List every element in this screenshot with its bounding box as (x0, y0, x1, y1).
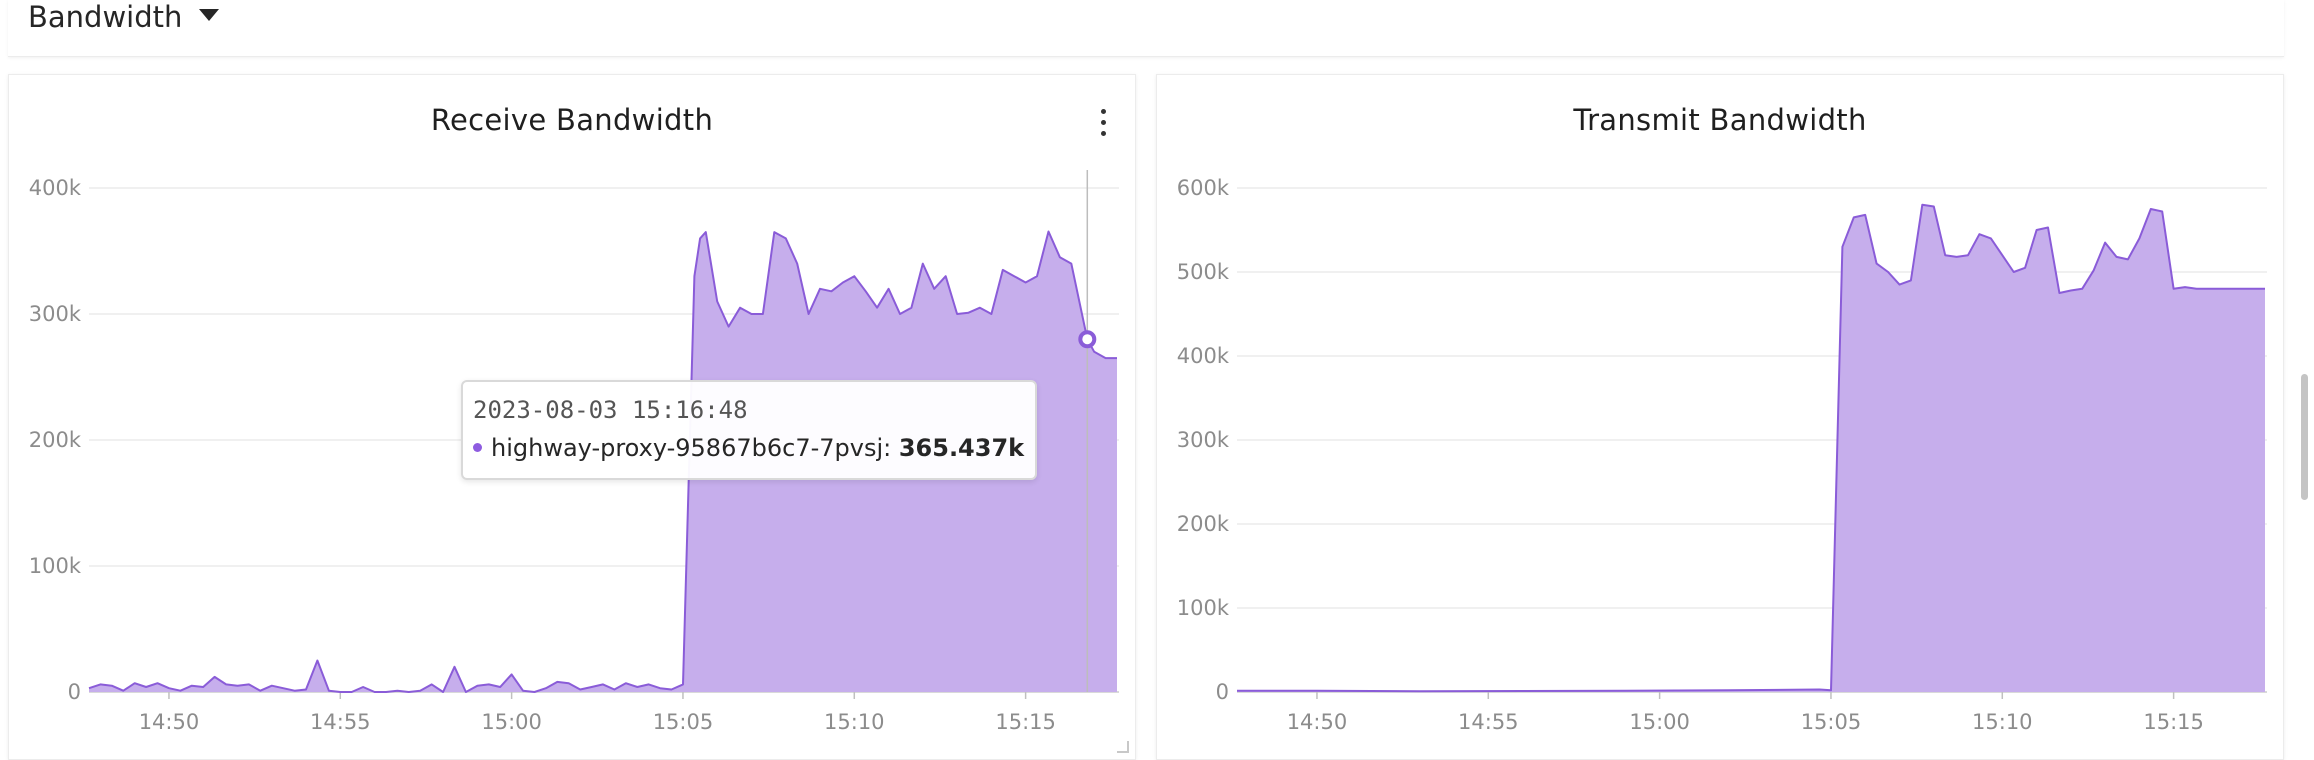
caret-down-icon[interactable] (199, 9, 219, 21)
tooltip-series: highway-proxy-95867b6c7-7pvsj (491, 434, 884, 462)
y-tick-label: 300k (1177, 428, 1230, 452)
transmit-bandwidth-chart[interactable]: 0 100k 200k 300k 400k 500k 600k 14:50 14:55 15:00… (1157, 75, 2283, 759)
transmit-bandwidth-panel: Transmit Bandwidth 0 100k 200k 300k 400k 500k… (1156, 74, 2284, 760)
page-scrollbar[interactable] (2301, 374, 2308, 500)
x-tick-label: 15:15 (995, 710, 1056, 734)
y-tick-label: 400k (1177, 344, 1230, 368)
tooltip-separator: : (883, 434, 899, 462)
y-tick-label: 400k (29, 176, 82, 200)
resize-handle-icon[interactable] (1117, 741, 1129, 753)
series-area (1237, 204, 2265, 693)
y-tick-label: 0 (1216, 680, 1229, 704)
x-tick-label: 14:55 (310, 710, 371, 734)
receive-bandwidth-panel: Receive Bandwidth 0 100k 200k 300k 400k 14:50… (8, 74, 1136, 760)
x-tick-label: 15:05 (1801, 710, 1862, 734)
x-tick-label: 15:15 (2143, 710, 2204, 734)
y-tick-label: 300k (29, 302, 82, 326)
y-tick-label: 200k (1177, 512, 1230, 536)
series-dot-icon (473, 442, 482, 452)
x-tick-label: 15:00 (1629, 710, 1690, 734)
x-tick-label: 14:50 (139, 710, 200, 734)
y-tick-label: 600k (1177, 176, 1230, 200)
x-tick-label: 15:00 (481, 710, 542, 734)
x-tick-label: 14:50 (1287, 710, 1348, 734)
section-title[interactable]: Bandwidth (28, 0, 182, 34)
x-tick-label: 14:55 (1458, 710, 1519, 734)
tooltip-row: highway-proxy-95867b6c7-7pvsj: 365.437k (473, 434, 1024, 462)
y-tick-label: 0 (68, 680, 81, 704)
tooltip-value: 365.437k (898, 434, 1025, 462)
y-tick-label: 200k (29, 428, 82, 452)
y-tick-label: 100k (1177, 596, 1230, 620)
tooltip-time: 2023-08-03 15:16:48 (473, 396, 748, 424)
y-tick-label: 100k (29, 554, 82, 578)
y-tick-label: 500k (1177, 260, 1230, 284)
x-tick-label: 15:10 (824, 710, 885, 734)
chart-tooltip: 2023-08-03 15:16:48 highway-proxy-95867b… (461, 380, 1037, 480)
x-tick-label: 15:10 (1972, 710, 2033, 734)
hover-point-marker (1078, 330, 1097, 349)
x-tick-label: 15:05 (653, 710, 714, 734)
section-header: Bandwidth (8, 0, 2284, 57)
